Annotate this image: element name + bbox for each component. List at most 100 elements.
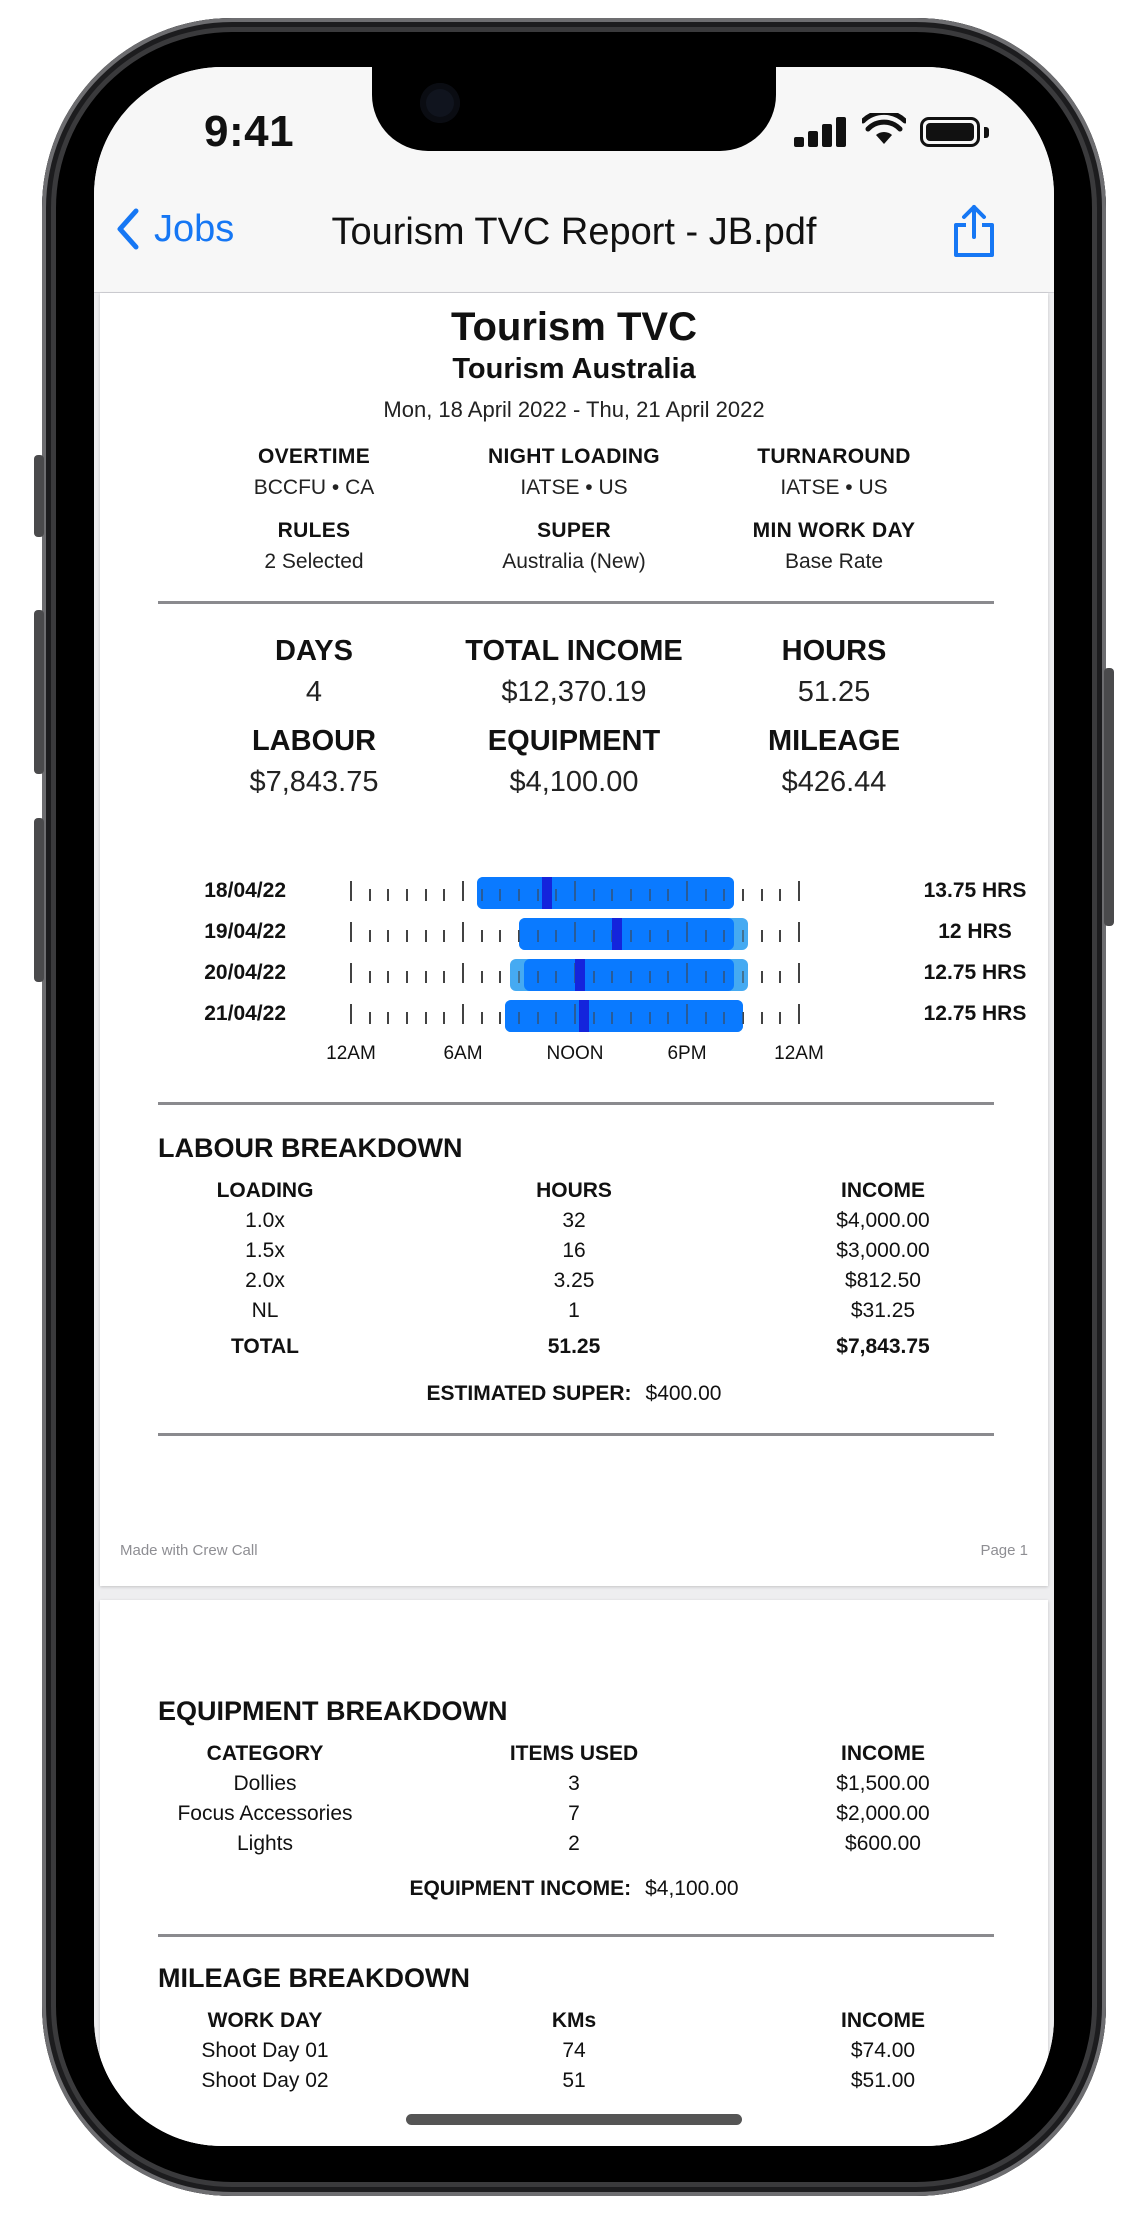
stat-value: $7,843.75 — [249, 766, 379, 798]
hour-tick — [686, 922, 688, 942]
axis-label: 12AM — [774, 1043, 824, 1064]
stat-label: MILEAGE — [767, 725, 901, 757]
hour-tick — [648, 971, 651, 983]
setting-value: IATSE • US — [520, 476, 628, 499]
summary-value: $400.00 — [645, 1382, 722, 1405]
hour-tick — [574, 922, 576, 942]
hour-tick — [350, 963, 352, 983]
stat-label: HOURS — [781, 635, 887, 667]
hour-tick — [499, 1012, 502, 1024]
table-header: LOADING — [216, 1179, 314, 1202]
timeline-row: 19/04/22 12 HRS — [100, 914, 1048, 954]
setting-rules: RULES 2 Selected — [164, 519, 464, 574]
table-header: WORK DAY — [207, 2009, 323, 2032]
hour-tick — [406, 889, 408, 901]
work-bar — [477, 877, 734, 909]
hour-tick — [704, 930, 707, 942]
setting-super: SUPER Australia (New) — [424, 519, 724, 574]
hour-tick — [630, 889, 632, 901]
setting-value: BCCFU • CA — [253, 476, 375, 499]
hour-tick — [536, 930, 539, 942]
table-cell: 1.0x — [245, 1209, 285, 1232]
hour-tick — [480, 889, 483, 901]
footer-page-number: Page 1 — [980, 1542, 1028, 1559]
hour-tick — [518, 1012, 520, 1024]
table-header: ITEMS USED — [509, 1742, 639, 1765]
table-header: INCOME — [841, 1742, 925, 1765]
table-header: CATEGORY — [206, 1742, 324, 1765]
stat-label: DAYS — [275, 635, 353, 667]
table-cell: $1,500.00 — [836, 1772, 930, 1795]
table-cell: $600.00 — [845, 1832, 921, 1855]
hour-tick — [704, 971, 707, 983]
hour-tick — [536, 1012, 539, 1024]
report-title: Tourism TVC — [451, 305, 697, 349]
setting-overtime: OVERTIME BCCFU • CA — [164, 445, 464, 500]
divider — [158, 1102, 994, 1105]
navigation-bar: Jobs Tourism TVC Report - JB.pdf — [94, 187, 1054, 293]
table-cell: 7 — [568, 1802, 580, 1825]
wifi-icon — [862, 113, 906, 144]
table-header: KMs — [551, 2009, 597, 2032]
hour-tick — [462, 1004, 464, 1024]
hour-tick — [798, 922, 800, 942]
hour-tick — [742, 930, 744, 942]
hour-tick — [648, 930, 651, 942]
setting-label: NIGHT LOADING — [488, 445, 660, 468]
table-cell: Focus Accessories — [177, 1802, 353, 1825]
hour-tick — [368, 930, 371, 942]
table-cell: 16 — [562, 1239, 586, 1262]
table-cell: Dollies — [233, 1772, 297, 1795]
summary-label: EQUIPMENT INCOME: — [409, 1877, 632, 1900]
hour-tick — [406, 1012, 408, 1024]
stat-value: 4 — [305, 676, 323, 708]
table-cell: 2.0x — [245, 1269, 285, 1292]
table-cell: 2 — [568, 1832, 580, 1855]
hour-tick — [592, 971, 595, 983]
stat-value: 51.25 — [797, 676, 871, 708]
hour-tick — [630, 930, 632, 942]
mileage-breakdown-title: MILEAGE BREAKDOWN — [158, 1963, 470, 1993]
table-cell: $812.50 — [845, 1269, 921, 1292]
hour-tick — [704, 889, 707, 901]
table-cell: 3 — [568, 1772, 580, 1795]
divider — [158, 1934, 994, 1937]
divider — [158, 601, 994, 604]
timeline-date: 19/04/22 — [204, 920, 286, 943]
setting-label: MIN WORK DAY — [752, 519, 916, 542]
share-icon[interactable] — [952, 203, 996, 259]
hour-tick — [499, 889, 502, 901]
setting-value: 2 Selected — [264, 550, 364, 573]
volume-down-button — [34, 818, 44, 982]
hour-tick — [443, 930, 446, 942]
home-indicator[interactable] — [406, 2114, 742, 2125]
timeline-axis: 12AM 6AM NOON 6PM 12AM — [326, 1043, 824, 1067]
table-header: INCOME — [841, 1179, 925, 1202]
stat-equipment: EQUIPMENT $4,100.00 — [424, 725, 724, 799]
hour-tick — [424, 930, 427, 942]
hour-tick — [536, 971, 539, 983]
hour-tick — [574, 881, 576, 901]
stat-value: $426.44 — [781, 766, 887, 798]
hour-tick — [611, 889, 614, 901]
stat-days: DAYS 4 — [164, 635, 464, 709]
table-cell: $4,000.00 — [836, 1209, 930, 1232]
hour-tick — [611, 971, 614, 983]
hour-tick — [723, 930, 726, 942]
setting-label: OVERTIME — [257, 445, 371, 468]
table-cell: $51.00 — [850, 2069, 916, 2092]
hour-tick — [424, 971, 427, 983]
pdf-page-1: Tourism TVC Tourism Australia Mon, 18 Ap… — [100, 293, 1048, 1586]
table-cell: $3,000.00 — [836, 1239, 930, 1262]
hour-tick — [518, 971, 520, 983]
hour-tick — [760, 889, 763, 901]
hour-tick — [723, 1012, 726, 1024]
stat-mileage: MILEAGE $426.44 — [684, 725, 984, 799]
status-time: 9:41 — [204, 107, 295, 156]
setting-turnaround: TURNAROUND IATSE • US — [684, 445, 984, 500]
hour-tick — [350, 881, 352, 901]
hour-tick — [723, 889, 726, 901]
volume-up-button — [34, 610, 44, 774]
hour-tick — [462, 963, 464, 983]
pdf-viewer[interactable]: Tourism TVC Tourism Australia Mon, 18 Ap… — [94, 293, 1054, 2146]
